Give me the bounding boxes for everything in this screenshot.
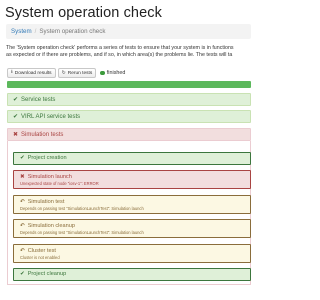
undo-arrow-icon: ↶ [20, 248, 25, 254]
download-results-label: Download results [14, 70, 52, 76]
download-icon: ⭳ [11, 69, 13, 75]
progress-fill [7, 81, 251, 88]
subtest-simulation-test: ↶ Simulation test Depends on passing test… [13, 195, 251, 214]
description-line: as expected or if there are problems, an… [6, 52, 233, 59]
page-title: System operation check [5, 5, 162, 21]
breadcrumb-home-link[interactable]: System [11, 28, 32, 35]
toolbar: ⭳ Download results ↻ Rerun tests finishe… [7, 68, 125, 78]
subtest-title: Project cleanup [27, 271, 67, 277]
subtest-simulation-cleanup: ↶ Simulation cleanup Depends on passing t… [13, 219, 251, 238]
subtest-title: Cluster test [27, 248, 56, 254]
run-status-label: finished [106, 70, 126, 76]
subtest-title: Project creation [27, 155, 67, 161]
subtest-title: Simulation cleanup [27, 223, 75, 229]
undo-arrow-icon: ↶ [20, 223, 25, 229]
subtest-cluster-test: ↶ Cluster test Cluster is not enabled [13, 244, 251, 263]
group-label: VIRL API service tests [21, 113, 81, 120]
page: System operation check System / System ope… [0, 0, 251, 300]
check-icon: ✔ [13, 97, 19, 103]
group-simulation-tests[interactable]: ✖ Simulation tests [7, 128, 251, 141]
cross-icon: ✖ [13, 132, 19, 138]
check-icon: ✔ [13, 114, 19, 120]
status-dot-icon [100, 70, 105, 76]
subtest-simulation-launch: ✖ Simulation launch Unexpected state of n… [13, 170, 251, 189]
description: The 'System operation check' performs a … [6, 45, 306, 60]
subtest-title: Simulation launch [27, 174, 72, 180]
check-icon: ✔ [20, 155, 25, 161]
subtest-project-creation: ✔ Project creation [13, 152, 251, 165]
group-service-tests[interactable]: ✔ Service tests [7, 93, 251, 106]
undo-arrow-icon: ↶ [20, 199, 25, 205]
subtest-title: Simulation test [27, 199, 65, 205]
rerun-tests-button[interactable]: ↻ Rerun tests [57, 68, 97, 78]
refresh-icon: ↻ [61, 70, 66, 76]
breadcrumb-current: System operation check [39, 28, 106, 35]
subtest-detail: Cluster is not enabled [20, 255, 60, 260]
download-results-button[interactable]: ⭳ Download results [7, 68, 56, 78]
group-label: Simulation tests [21, 131, 64, 138]
breadcrumb: System / System operation check [6, 24, 251, 39]
subtest-detail: Depends on passing test "SimulationLaunc… [20, 206, 144, 211]
subtest-detail: Unexpected state of node "iosv-1": ERROR [20, 181, 99, 186]
group-virl-api-service-tests[interactable]: ✔ VIRL API service tests [7, 110, 251, 123]
group-label: Service tests [21, 96, 56, 103]
run-status: finished [100, 70, 125, 76]
rerun-tests-label: Rerun tests [67, 70, 93, 76]
subtest-project-cleanup: ✔ Project cleanup [13, 268, 251, 281]
description-line: The 'System operation check' performs a … [6, 45, 234, 51]
subtest-detail: Depends on passing test "SimulationLaunc… [20, 230, 144, 235]
progress-bar [7, 81, 251, 88]
check-icon: ✔ [20, 271, 25, 277]
cross-icon: ✖ [20, 174, 25, 180]
